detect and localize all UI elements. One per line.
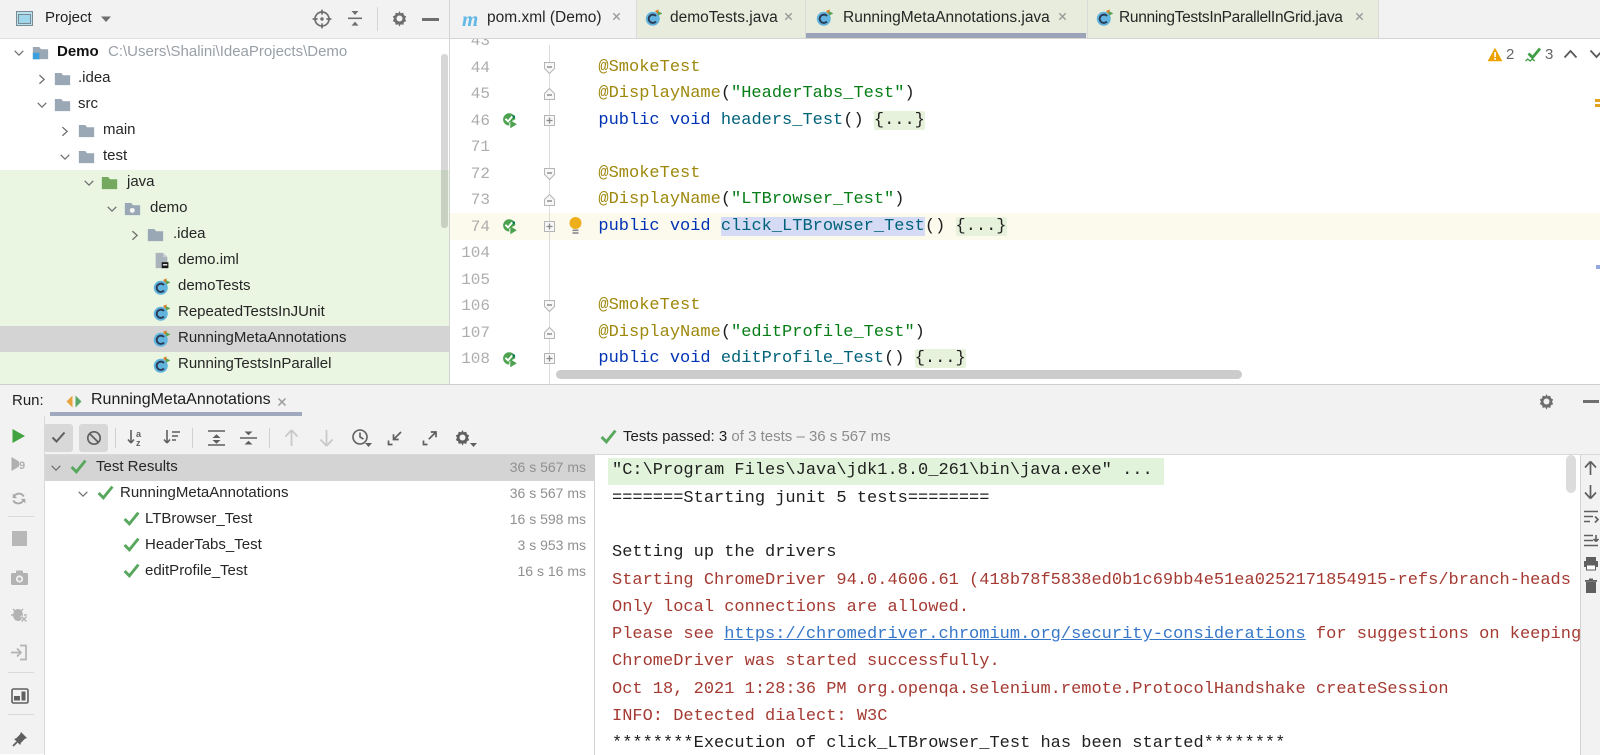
- svg-text:z: z: [136, 438, 141, 447]
- svg-text:9: 9: [19, 460, 25, 472]
